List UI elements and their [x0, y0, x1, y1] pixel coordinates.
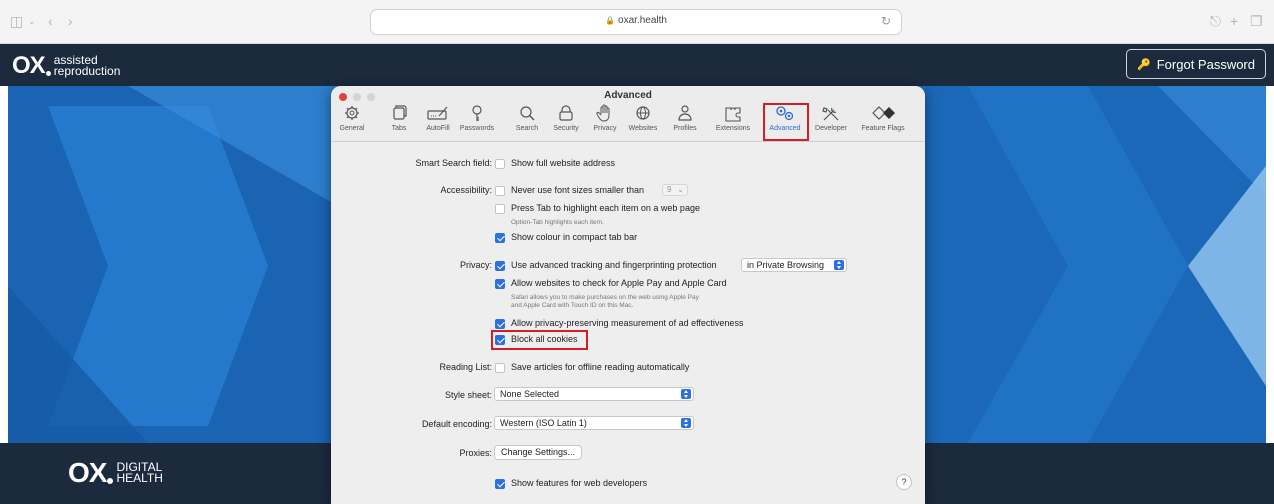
tabs-icon	[393, 105, 407, 120]
show-colour-text: Show colour in compact tab bar	[511, 232, 638, 242]
preferences-window: Advanced General Tabs AutoFill Passwords…	[331, 86, 925, 504]
footer-logo-ox: OX	[68, 457, 107, 488]
globe-icon	[636, 106, 650, 120]
tab-passwords[interactable]: Passwords	[457, 104, 497, 140]
tab-profiles[interactable]: Profiles	[667, 104, 703, 140]
ad-measurement-text: Allow privacy-preserving measurement of …	[511, 318, 744, 328]
tab-general[interactable]: General	[335, 104, 369, 140]
show-colour-checkbox[interactable]	[495, 233, 505, 243]
apple-pay-note-line1: Safari allows you to make purchases on t…	[511, 294, 699, 301]
key-icon	[472, 105, 482, 121]
apple-pay-text: Allow websites to check for Apple Pay an…	[511, 278, 727, 288]
never-font-size-text: Never use font sizes smaller than	[511, 185, 645, 195]
select-arrows-icon	[681, 389, 691, 399]
autofill-icon	[427, 106, 448, 120]
preferences-toolbar: Advanced General Tabs AutoFill Passwords…	[331, 86, 925, 142]
tab-overview-icon[interactable]: ❐	[1250, 12, 1263, 30]
person-icon	[678, 105, 692, 121]
site-header: OX assisted reproduction 🔑 Forgot Passwo…	[0, 44, 1274, 86]
lock-icon	[559, 105, 573, 121]
lock-icon: 🔒	[605, 16, 616, 25]
forgot-password-button[interactable]: 🔑 Forgot Password	[1126, 49, 1266, 79]
new-tab-icon[interactable]: +	[1230, 12, 1238, 30]
never-font-size-checkbox[interactable]	[495, 186, 505, 196]
accessibility-label: Accessibility:	[440, 185, 492, 195]
share-icon[interactable]: ⎋	[1210, 12, 1221, 30]
help-button[interactable]: ?	[896, 474, 912, 490]
press-tab-text: Press Tab to highlight each item on a we…	[511, 203, 700, 213]
show-developer-features-text: Show features for web developers	[511, 478, 648, 488]
privacy-label: Privacy:	[459, 260, 492, 270]
select-arrows-icon	[681, 418, 691, 428]
site-logo[interactable]: OX assisted reproduction	[12, 52, 120, 80]
tab-extensions[interactable]: Extensions	[709, 104, 757, 140]
proxies-label: Proxies:	[459, 448, 492, 458]
reload-icon[interactable]: ↻	[881, 14, 891, 28]
logo-subtitle: assisted reproduction	[53, 53, 121, 78]
press-tab-note: Option-Tab highlights each item.	[511, 219, 604, 226]
tab-feature-flags[interactable]: Feature Flags	[855, 104, 911, 140]
browser-toolbar: ◫ ⌄ ‹ › 🔒 oxar.health ↻ ⎋ + ❐	[0, 0, 1274, 44]
chevron-down-icon[interactable]: ⌄	[28, 12, 36, 30]
smart-search-label: Smart Search field:	[415, 158, 492, 168]
default-encoding-label: Default encoding:	[421, 419, 492, 429]
advanced-tab-highlight	[763, 103, 809, 141]
save-offline-checkbox[interactable]	[495, 363, 505, 373]
logo-dot	[45, 70, 51, 76]
tab-autofill[interactable]: AutoFill	[421, 104, 455, 140]
url-text: oxar.health	[618, 15, 667, 26]
tab-developer[interactable]: Developer	[811, 104, 851, 140]
tab-websites[interactable]: Websites	[625, 104, 661, 140]
sidebar-icon[interactable]: ◫	[10, 12, 23, 30]
hand-icon	[596, 104, 610, 122]
tab-search[interactable]: Search	[511, 104, 543, 140]
forward-icon[interactable]: ›	[68, 12, 73, 30]
tracking-protection-text: Use advanced tracking and fingerprinting…	[511, 260, 717, 270]
tracking-mode-select[interactable]: in Private Browsing	[741, 258, 847, 272]
font-size-select[interactable]: 9 ⌄	[662, 184, 688, 196]
gear-icon	[345, 106, 359, 120]
key-icon: 🔑	[1137, 58, 1151, 71]
tab-tabs[interactable]: Tabs	[383, 104, 415, 140]
apple-pay-checkbox[interactable]	[495, 279, 505, 289]
chevron-down-icon: ⌄	[677, 185, 684, 194]
address-bar[interactable]: 🔒 oxar.health ↻	[370, 9, 902, 35]
footer-logo-dot	[107, 478, 114, 484]
back-icon[interactable]: ‹	[48, 12, 53, 30]
forgot-password-label: Forgot Password	[1156, 56, 1255, 72]
tab-security[interactable]: Security	[549, 104, 583, 140]
change-proxy-settings-button[interactable]: Change Settings...	[494, 445, 583, 460]
advanced-settings-pane: Smart Search field: Show full website ad…	[331, 142, 925, 504]
window-title: Advanced	[604, 90, 652, 101]
reading-list-label: Reading List:	[439, 362, 492, 372]
show-developer-features-checkbox[interactable]	[495, 479, 505, 489]
default-encoding-select[interactable]: Western (ISO Latin 1)	[494, 416, 694, 430]
block-cookies-highlight	[491, 330, 588, 350]
show-full-address-text: Show full website address	[511, 158, 616, 168]
tab-privacy[interactable]: Privacy	[589, 104, 621, 140]
puzzle-icon	[725, 107, 741, 122]
style-sheet-label: Style sheet:	[444, 390, 492, 400]
footer-logo-subtitle: DIGITAL HEALTH	[116, 460, 163, 485]
tools-icon	[822, 107, 839, 121]
logo-ox: OX	[12, 52, 46, 79]
footer-logo: OX DIGITAL HEALTH	[68, 457, 163, 489]
apple-pay-note-line2: and Apple Card with Touch ID on this Mac…	[511, 302, 634, 309]
search-icon	[520, 106, 535, 121]
ad-measurement-checkbox[interactable]	[495, 319, 505, 329]
select-arrows-icon	[834, 260, 844, 270]
save-offline-text: Save articles for offline reading automa…	[511, 362, 690, 372]
flags-icon	[872, 106, 895, 120]
tracking-protection-checkbox[interactable]	[495, 261, 505, 271]
show-full-address-checkbox[interactable]	[495, 159, 505, 169]
press-tab-checkbox[interactable]	[495, 204, 505, 214]
style-sheet-select[interactable]: None Selected	[494, 387, 694, 401]
